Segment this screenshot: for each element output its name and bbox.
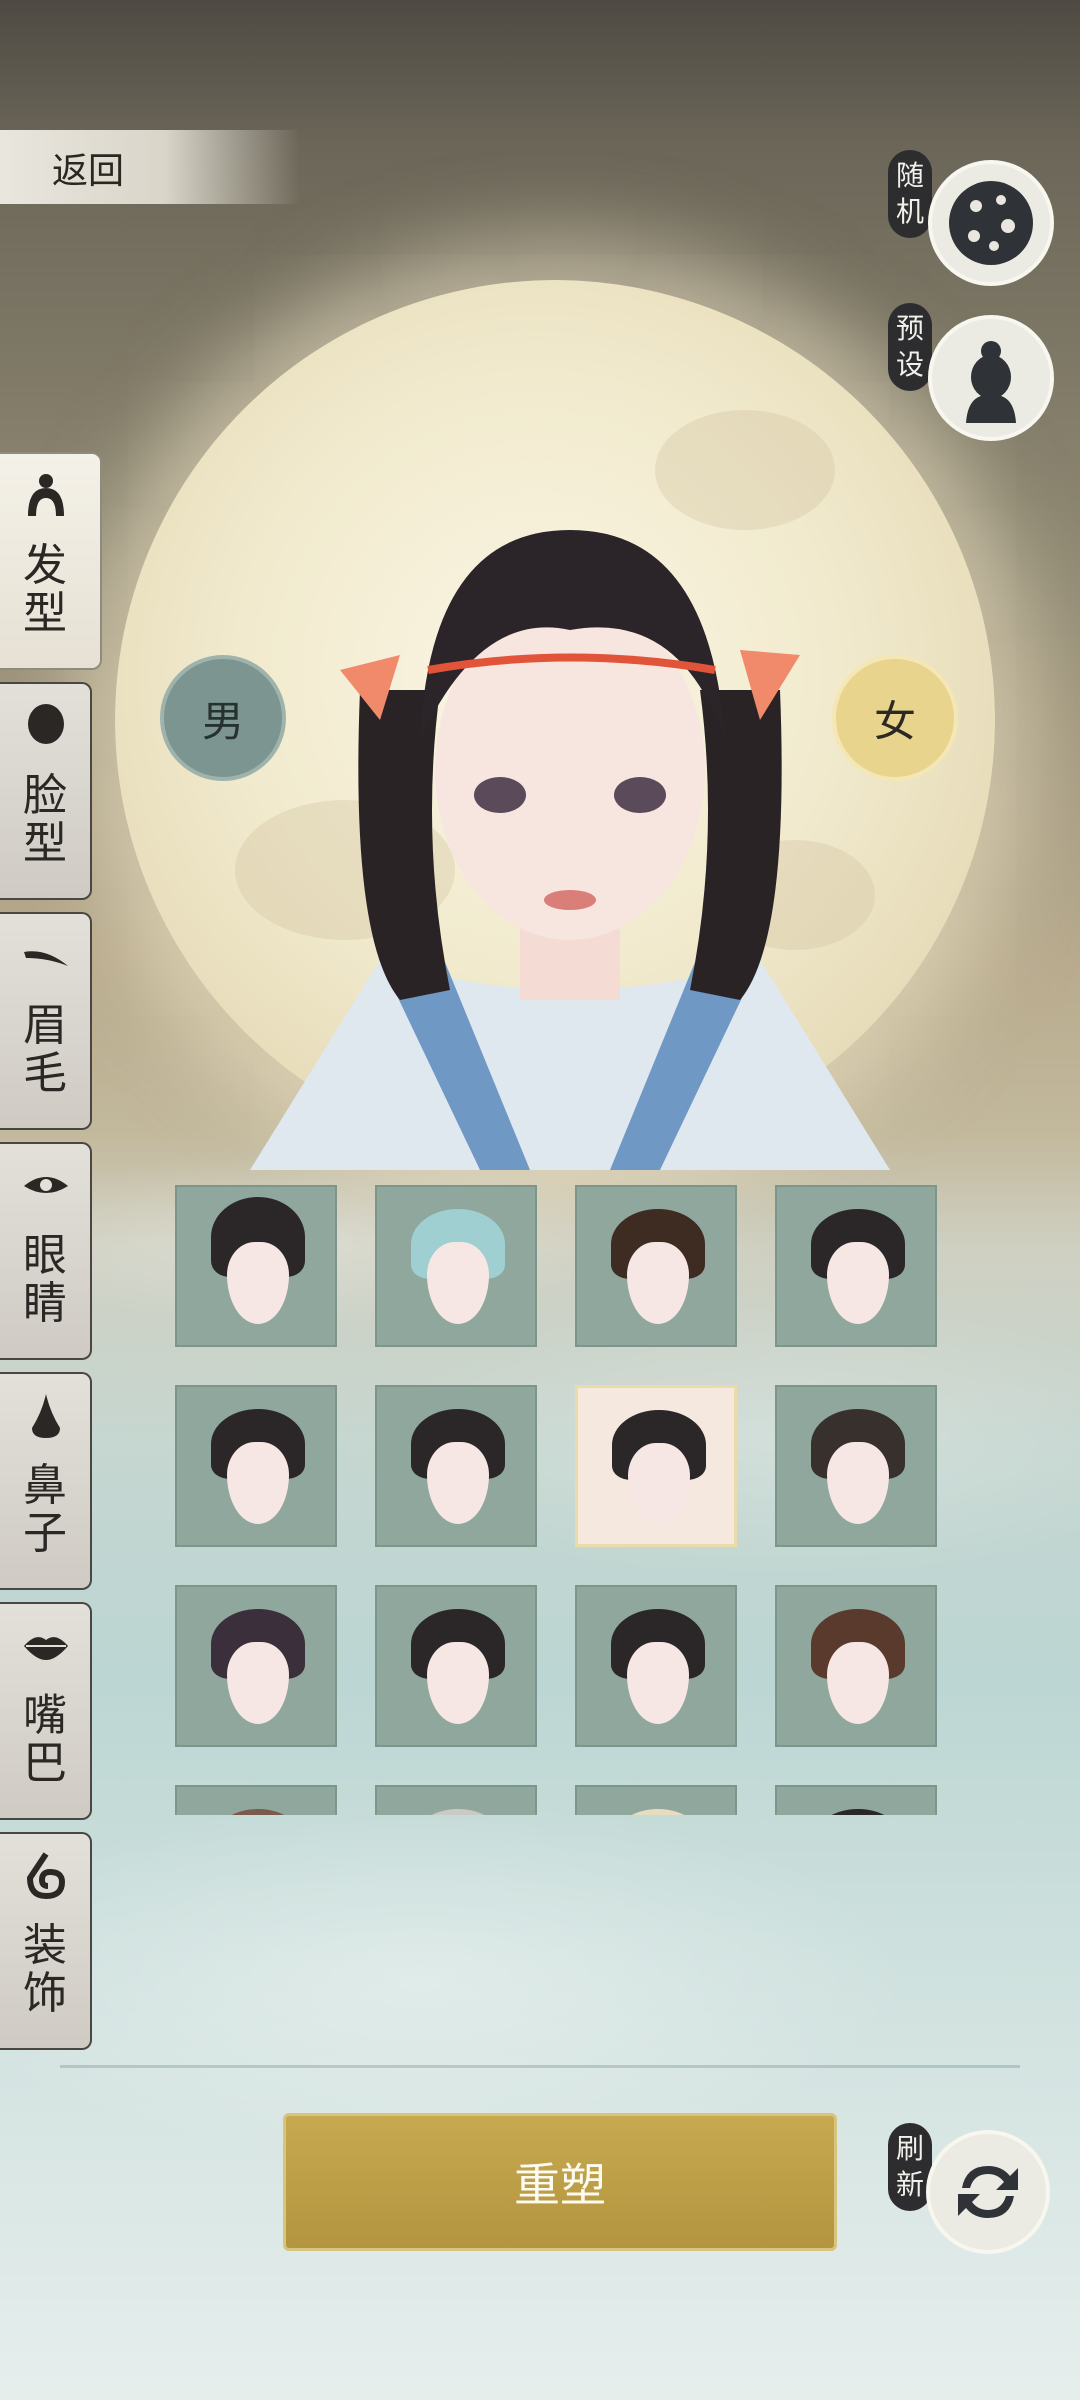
hairstyle-option[interactable]: [375, 1185, 537, 1347]
hairstyle-option[interactable]: [575, 1185, 737, 1347]
hairstyle-option[interactable]: [175, 1385, 337, 1547]
hairstyle-option[interactable]: [375, 1385, 537, 1547]
ornament-icon: [26, 1852, 66, 1900]
hairstyle-option[interactable]: [575, 1785, 737, 1815]
tab-mouth[interactable]: 嘴巴: [0, 1602, 92, 1820]
refresh-button[interactable]: [926, 2130, 1050, 2254]
tab-eyes-label: 眼睛: [23, 1230, 67, 1329]
female-gender-button[interactable]: 女: [832, 655, 958, 781]
character-portrait: [250, 530, 890, 1170]
portrait-silhouette-icon: [966, 341, 1016, 423]
hair-bun-icon: [28, 474, 64, 516]
tab-nose[interactable]: 鼻子: [0, 1372, 92, 1590]
back-button[interactable]: 返回: [0, 130, 300, 204]
tab-eyebrows[interactable]: 眉毛: [0, 912, 92, 1130]
refresh-arrows-icon: [958, 2166, 1018, 2218]
back-button-label: 返回: [52, 151, 125, 192]
reshape-button[interactable]: 重塑: [283, 2113, 837, 2251]
hairstyle-option[interactable]: [375, 1585, 537, 1747]
hairstyle-option[interactable]: [775, 1785, 937, 1815]
tab-face-shape-label: 脸型: [23, 770, 67, 869]
hairstyle-option[interactable]: [575, 1585, 737, 1747]
tab-hairstyle-label: 发型: [23, 540, 67, 639]
hairstyle-option-selected[interactable]: [575, 1385, 737, 1547]
preset-button[interactable]: [928, 315, 1054, 441]
tab-accessories-label: 装饰: [23, 1920, 67, 2019]
tab-mouth-label: 嘴巴: [23, 1690, 67, 1789]
hairstyle-option[interactable]: [175, 1785, 337, 1815]
hairstyle-option[interactable]: [375, 1785, 537, 1815]
hairstyle-option[interactable]: [175, 1185, 337, 1347]
tab-hairstyle[interactable]: 发型: [0, 452, 102, 670]
tab-eyes[interactable]: 眼睛: [0, 1142, 92, 1360]
head-icon: [28, 704, 64, 744]
hairstyle-option[interactable]: [775, 1585, 937, 1747]
male-gender-button[interactable]: 男: [160, 655, 286, 781]
dice-icon: [949, 181, 1033, 265]
nose-icon: [32, 1394, 60, 1438]
hairstyle-option[interactable]: [175, 1585, 337, 1747]
tab-accessories[interactable]: 装饰: [0, 1832, 92, 2050]
hairstyle-grid: [175, 1185, 945, 1815]
hairstyle-option[interactable]: [775, 1385, 937, 1547]
lips-icon: [24, 1637, 68, 1660]
preset-label: 预设: [888, 303, 932, 391]
tab-eyebrows-label: 眉毛: [23, 1000, 67, 1099]
tab-face-shape[interactable]: 脸型: [0, 682, 92, 900]
tab-nose-label: 鼻子: [23, 1460, 67, 1559]
random-button[interactable]: [928, 160, 1054, 286]
random-label: 随机: [888, 150, 932, 238]
reshape-button-label: 重塑: [514, 2158, 606, 2212]
bottom-divider: [60, 2065, 1020, 2068]
eyebrow-icon: [24, 951, 68, 966]
hairstyle-option[interactable]: [775, 1185, 937, 1347]
eye-icon: [24, 1177, 68, 1193]
